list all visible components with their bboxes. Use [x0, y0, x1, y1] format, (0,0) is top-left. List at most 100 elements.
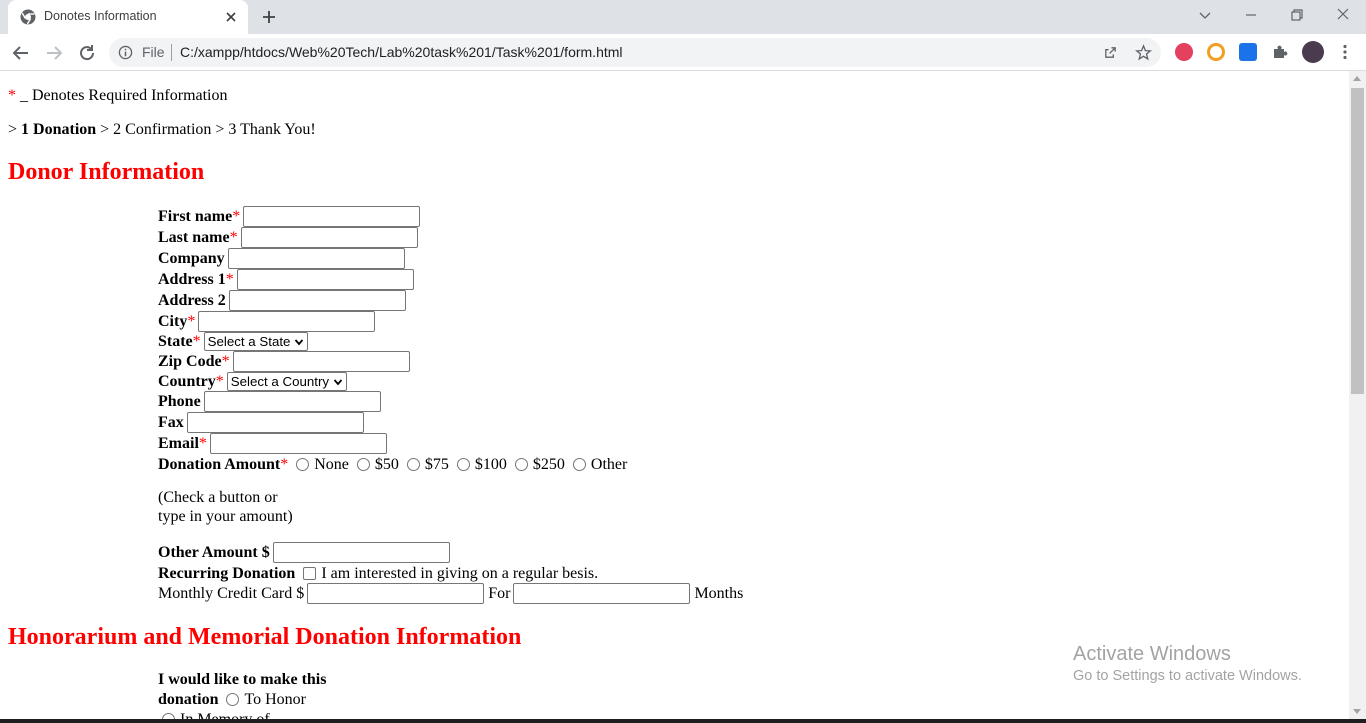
- city-row: City *: [158, 311, 376, 332]
- star-icon[interactable]: [1135, 44, 1152, 61]
- monthly-amount-input[interactable]: [307, 583, 485, 604]
- honor-heading: Honorarium and Memorial Donation Informa…: [8, 624, 522, 650]
- address2-label: Address 2: [158, 291, 226, 309]
- last-name-row: Last name *: [158, 227, 418, 248]
- address1-row: Address 1 *: [158, 269, 414, 290]
- company-label: Company: [158, 249, 225, 267]
- puzzle-icon[interactable]: [1271, 43, 1289, 61]
- recurring-text: I am interested in giving on a regular b…: [321, 564, 599, 582]
- scheme-label: File: [142, 44, 165, 60]
- address-bar[interactable]: File C:/xampp/htdocs/Web%20Tech/Lab%20ta…: [109, 38, 1161, 67]
- required-star: *: [225, 270, 234, 288]
- monthly-row: Monthly Credit Card $ For Months: [158, 583, 743, 604]
- url-text[interactable]: C:/xampp/htdocs/Web%20Tech/Lab%20task%20…: [180, 44, 623, 60]
- amount-radio-50[interactable]: [356, 458, 370, 471]
- phone-row: Phone: [158, 391, 381, 412]
- forward-icon[interactable]: [42, 41, 66, 65]
- zip-input[interactable]: [232, 351, 410, 372]
- amount-radio-250[interactable]: [514, 458, 528, 471]
- amount-option-label: $250: [532, 455, 565, 473]
- state-label: State: [158, 332, 193, 350]
- chevron-down-icon[interactable]: [1194, 4, 1216, 26]
- required-star: *: [187, 312, 196, 330]
- scroll-down-arrow-icon[interactable]: [1353, 709, 1361, 714]
- amount-radio-75[interactable]: [406, 458, 420, 471]
- check-hint-line1: (Check a button or: [158, 489, 278, 506]
- for-label: For: [488, 584, 511, 602]
- email-input[interactable]: [209, 433, 387, 454]
- vertical-scrollbar[interactable]: [1349, 71, 1366, 719]
- kebab-menu-icon[interactable]: [1336, 43, 1354, 61]
- scrollbar-thumb[interactable]: [1351, 88, 1364, 394]
- browser-tab[interactable]: Donotes Information: [8, 0, 248, 34]
- required-star: *: [215, 372, 224, 390]
- amount-option-label: $75: [424, 455, 449, 473]
- info-icon[interactable]: [118, 45, 133, 60]
- to-honor-radio[interactable]: [226, 693, 240, 706]
- required-star: *: [229, 228, 238, 246]
- back-icon[interactable]: [9, 41, 33, 65]
- extension-ring-icon[interactable]: [1207, 43, 1225, 61]
- address1-input[interactable]: [236, 269, 414, 290]
- amount-radio-100[interactable]: [456, 458, 470, 471]
- minimize-icon[interactable]: [1240, 4, 1262, 26]
- zip-label: Zip Code: [158, 352, 222, 370]
- required-star: *: [221, 352, 230, 370]
- steps-prefix: >: [8, 121, 22, 138]
- required-star: *: [232, 207, 241, 225]
- check-hint-line2: type in your amount): [158, 508, 293, 525]
- company-row: Company: [158, 248, 405, 269]
- plus-icon[interactable]: [259, 7, 279, 27]
- last-name-input[interactable]: [240, 227, 418, 248]
- required-note-text: _ Denotes Required Information: [16, 87, 228, 104]
- honor-row: donation To Honor: [158, 689, 306, 710]
- country-select[interactable]: Select a Country: [226, 372, 348, 391]
- amount-option-label: $100: [474, 455, 507, 473]
- share-icon[interactable]: [1103, 45, 1118, 60]
- recurring-row: Recurring Donation I am interested in gi…: [158, 563, 598, 584]
- address2-input[interactable]: [228, 290, 406, 311]
- zip-row: Zip Code *: [158, 351, 410, 372]
- required-star: *: [198, 434, 207, 452]
- country-row: Country * Select a Country: [158, 371, 348, 392]
- first-name-row: First name *: [158, 206, 421, 227]
- amount-radio-none[interactable]: [296, 458, 310, 471]
- restore-icon[interactable]: [1286, 4, 1308, 26]
- city-input[interactable]: [198, 311, 376, 332]
- scroll-up-arrow-icon[interactable]: [1353, 76, 1361, 81]
- chrome-favicon-icon: [20, 9, 36, 25]
- close-window-icon[interactable]: [1332, 4, 1354, 26]
- required-star: *: [192, 332, 201, 350]
- amount-option-label: $50: [374, 455, 399, 473]
- first-name-input[interactable]: [243, 206, 421, 227]
- amount-option-label: None: [314, 455, 349, 473]
- state-row: State * Select a State: [158, 331, 309, 352]
- phone-label: Phone: [158, 392, 201, 410]
- browser-toolbar: File C:/xampp/htdocs/Web%20Tech/Lab%20ta…: [0, 34, 1366, 71]
- amount-option-label: Other: [590, 455, 628, 473]
- instagram-extension-icon[interactable]: [1175, 43, 1193, 61]
- reload-icon[interactable]: [75, 41, 99, 65]
- state-select[interactable]: Select a State: [203, 332, 309, 351]
- amount-radio-other[interactable]: [572, 458, 586, 471]
- to-honor-label: To Honor: [244, 690, 307, 708]
- address2-row: Address 2: [158, 290, 406, 311]
- other-amount-input[interactable]: [272, 542, 450, 563]
- fax-input[interactable]: [186, 412, 364, 433]
- fax-row: Fax: [158, 412, 364, 433]
- extension-translate-icon[interactable]: [1239, 43, 1257, 61]
- activate-windows-title: Activate Windows: [1073, 643, 1231, 665]
- phone-input[interactable]: [203, 391, 381, 412]
- remaining-steps: > 2 Confirmation > 3 Thank You!: [96, 121, 316, 138]
- close-icon[interactable]: [222, 8, 240, 26]
- chevron-down-icon: [333, 378, 343, 385]
- honor-label-line1: I would like to make this: [158, 671, 327, 688]
- monthly-label: Monthly Credit Card $: [158, 584, 305, 602]
- company-input[interactable]: [227, 248, 405, 269]
- avatar[interactable]: [1302, 41, 1324, 63]
- donation-amount-label: Donation Amount: [158, 455, 281, 473]
- tab-title: Donotes Information: [44, 9, 157, 23]
- country-select-value: Select a Country: [230, 374, 330, 389]
- recurring-checkbox[interactable]: [303, 567, 317, 580]
- months-count-input[interactable]: [513, 583, 691, 604]
